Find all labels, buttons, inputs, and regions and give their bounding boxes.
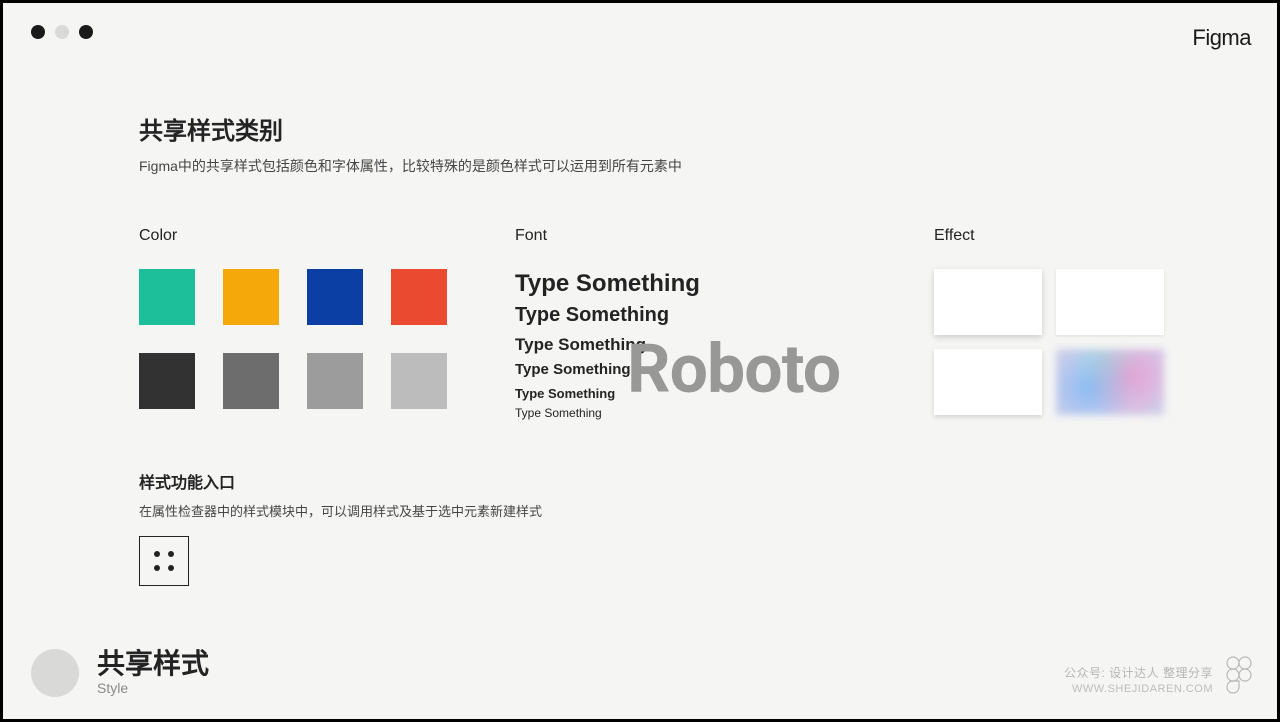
dot-icon (154, 565, 160, 571)
color-column: Color (139, 227, 479, 409)
effect-grid (934, 269, 1174, 415)
footer-avatar (31, 649, 79, 697)
dot-icon (154, 551, 160, 557)
color-title: Color (139, 227, 479, 245)
color-swatch (307, 269, 363, 325)
color-swatch (139, 353, 195, 409)
styles-menu-icon[interactable] (139, 536, 189, 586)
color-swatch (223, 269, 279, 325)
effect-column: Effect (934, 227, 1174, 415)
footer: 共享样式 Style (31, 649, 209, 697)
color-swatch (391, 269, 447, 325)
color-swatch (391, 353, 447, 409)
brand-label: Figma (1192, 25, 1251, 51)
footer-title: 共享样式 (97, 650, 209, 678)
color-swatch (307, 353, 363, 409)
dot-icon (168, 565, 174, 571)
section2-subtitle: 在属性检查器中的样式模块中，可以调用样式及基于选中元素新建样式 (139, 501, 542, 520)
figma-logo-icon (1225, 655, 1253, 695)
effect-card-shadow (1056, 269, 1164, 335)
color-swatch (223, 353, 279, 409)
effect-card-blur (1056, 349, 1164, 415)
font-big-label: Roboto (627, 329, 840, 409)
font-title: Font (515, 227, 935, 245)
section2-title: 样式功能入口 (139, 469, 542, 493)
footer-subtitle: Style (97, 680, 209, 696)
watermark-line2: WWW.SHEJIDAREN.COM (1064, 682, 1213, 697)
window-dot (79, 25, 93, 39)
window-dot (55, 25, 69, 39)
swatch-grid (139, 269, 479, 409)
effect-title: Effect (934, 227, 1174, 245)
font-column: Font Type Something Type Something Type … (515, 227, 935, 421)
font-sample: Type Something (515, 269, 935, 299)
dot-icon (168, 551, 174, 557)
page-subtitle: Figma中的共享样式包括颜色和字体属性，比较特殊的是颜色样式可以运用到所有元素… (139, 156, 1161, 176)
effect-card-shadow (934, 349, 1042, 415)
font-stack: Type Something Type Something Type Somet… (515, 269, 935, 421)
window-dots (31, 25, 93, 39)
watermark-line1: 公众号: 设计达人 整理分享 (1064, 665, 1213, 682)
page-title: 共享样式类别 (139, 111, 1161, 146)
effect-card-shadow (934, 269, 1042, 335)
watermark: 公众号: 设计达人 整理分享 WWW.SHEJIDAREN.COM (1064, 665, 1213, 697)
color-swatch (139, 269, 195, 325)
font-sample: Type Something (515, 303, 935, 328)
window-dot (31, 25, 45, 39)
